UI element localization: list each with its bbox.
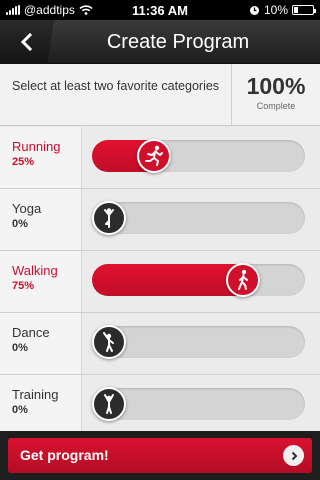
back-button[interactable] — [0, 20, 54, 64]
bottom-bar: Get program! — [0, 431, 320, 480]
chevron-right-icon — [283, 445, 304, 466]
category-percent: 0% — [12, 342, 28, 354]
category-slider[interactable] — [92, 325, 305, 359]
category-label-cell: Dance 0% — [0, 313, 82, 374]
category-name: Running — [12, 139, 61, 154]
category-label-cell: Running 25% — [0, 127, 82, 188]
category-slider[interactable] — [92, 139, 305, 173]
dance-icon — [97, 330, 121, 354]
category-name: Training — [12, 387, 59, 402]
category-percent: 0% — [12, 404, 28, 416]
category-row-training: Training 0% — [0, 375, 320, 437]
signal-icon — [6, 5, 20, 15]
status-bar: @addtips 11:36 AM 10% — [0, 0, 320, 20]
instruction-panel: Select at least two favorite categories … — [0, 64, 320, 126]
category-row-walking: Walking 75% — [0, 251, 320, 313]
slider-handle[interactable] — [92, 325, 126, 359]
category-name: Dance — [12, 325, 50, 340]
category-slider[interactable] — [92, 263, 305, 297]
clock-icon — [249, 5, 259, 15]
category-percent: 0% — [12, 218, 28, 230]
battery-icon — [292, 5, 316, 15]
get-program-button[interactable]: Get program! — [8, 438, 312, 473]
category-list: Running 25% Yoga 0% Walking 75% Dance 0% Trainin… — [0, 127, 320, 437]
running-icon — [142, 144, 166, 168]
category-label-cell: Walking 75% — [0, 251, 82, 312]
category-name: Yoga — [12, 201, 42, 216]
instruction-text: Select at least two favorite categories — [12, 79, 220, 93]
category-slider[interactable] — [92, 201, 305, 235]
training-icon — [97, 392, 121, 416]
completion-percent: 100% — [246, 73, 306, 99]
category-slider[interactable] — [92, 387, 305, 421]
category-percent: 75% — [12, 280, 35, 292]
battery-percent: 10% — [263, 3, 288, 17]
category-row-running: Running 25% — [0, 127, 320, 189]
category-label-cell: Training 0% — [0, 375, 82, 436]
category-row-yoga: Yoga 0% — [0, 189, 320, 251]
completion-label: Complete — [256, 101, 296, 111]
yoga-icon — [97, 206, 121, 230]
category-label-cell: Yoga 0% — [0, 189, 82, 250]
slider-handle[interactable] — [226, 263, 261, 297]
category-name: Walking — [12, 263, 58, 278]
slider-handle[interactable] — [136, 139, 171, 173]
slider-handle[interactable] — [92, 387, 126, 421]
category-percent: 25% — [12, 156, 35, 168]
page-title: Create Program — [106, 31, 250, 53]
carrier-name: @addtips — [24, 3, 75, 17]
get-program-label: Get program! — [20, 447, 109, 463]
walking-icon — [231, 268, 255, 292]
wifi-icon — [79, 5, 93, 15]
category-row-dance: Dance 0% — [0, 313, 320, 375]
slider-handle[interactable] — [92, 201, 126, 235]
chevron-left-icon — [20, 33, 33, 51]
nav-header: Create Program — [0, 20, 320, 64]
